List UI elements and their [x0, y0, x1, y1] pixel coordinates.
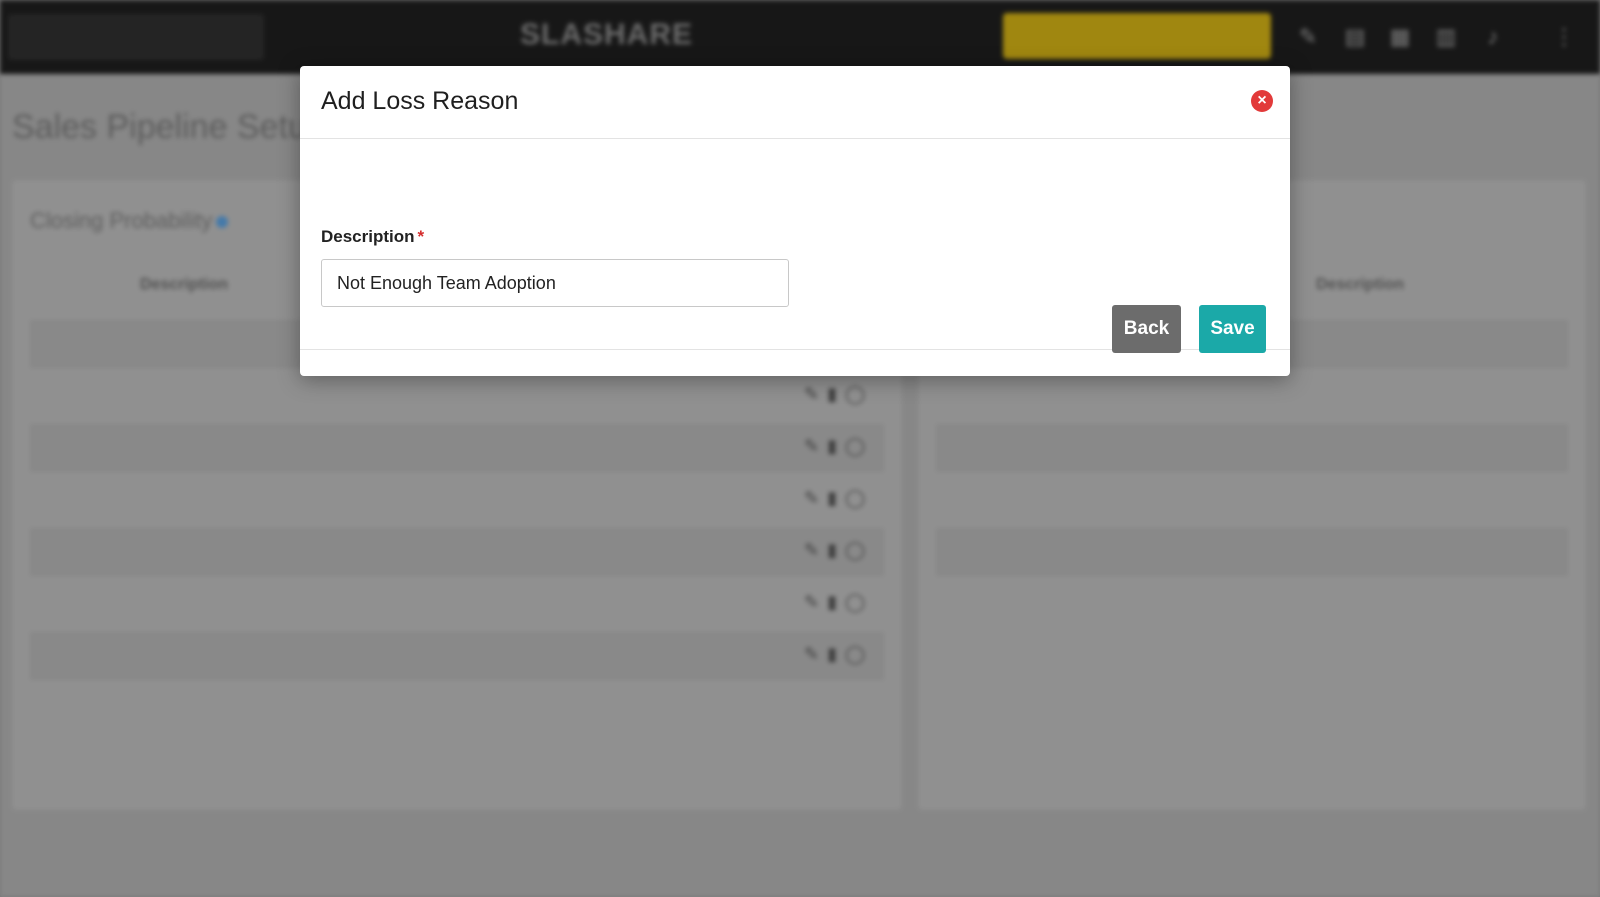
required-marker: * [417, 227, 425, 246]
save-button[interactable]: Save [1199, 305, 1266, 353]
modal-title: Add Loss Reason [321, 87, 519, 115]
add-loss-reason-dialog: Add Loss Reason × Description* Back Save [300, 66, 1290, 376]
modal-header: Add Loss Reason × [300, 66, 1290, 139]
description-input[interactable] [321, 259, 789, 307]
description-label: Description * [321, 227, 424, 247]
description-label-text: Description [321, 227, 415, 246]
back-button[interactable]: Back [1112, 305, 1181, 353]
close-icon[interactable]: × [1251, 90, 1273, 112]
page: SLASHARE ✎ ▤ ▦ ▥ ♪ ⋮ Sales Pipeline Setu… [0, 0, 1600, 897]
